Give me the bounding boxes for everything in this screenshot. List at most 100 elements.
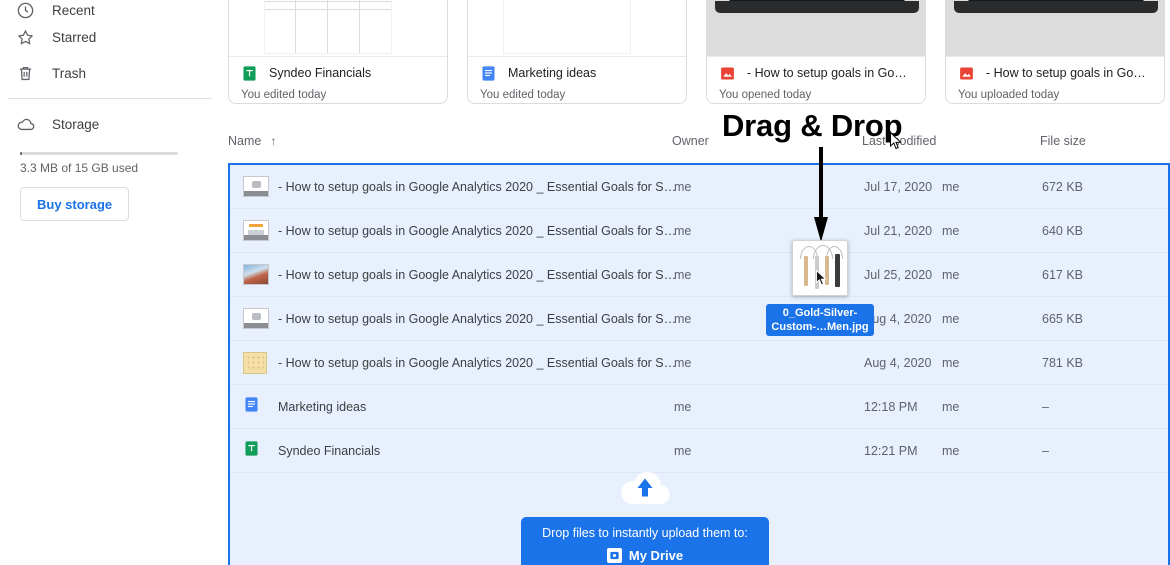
table-row[interactable]: - How to setup goals in Google Analytics… — [230, 253, 1168, 297]
file-modified-date: Jul 17, 2020 — [864, 179, 933, 194]
laptop-photo-thumbnail: SQUARESPACE — [707, 0, 925, 58]
clock-icon — [16, 0, 44, 21]
file-name: - How to setup goals in Google Analytics… — [278, 355, 677, 370]
card-title: Marketing ideas — [508, 66, 597, 80]
sidebar: Recent Starred Trash Storage 3.3 MB of 1… — [0, 0, 228, 565]
file-name: - How to setup goals in Google Analytics… — [278, 267, 677, 282]
file-owner: me — [674, 179, 692, 194]
trash-icon — [16, 62, 44, 84]
column-header-owner[interactable]: Owner — [672, 134, 709, 148]
table-row[interactable]: - How to setup goals in Google Analytics… — [230, 341, 1168, 385]
my-drive-icon — [606, 548, 622, 563]
laptop-photo-thumbnail: SQUARESPACE WiX — [946, 0, 1164, 58]
card-thumbnail — [229, 0, 447, 58]
file-owner: me — [674, 311, 692, 326]
docs-icon — [480, 65, 497, 82]
file-modified-by: me — [942, 355, 960, 370]
drop-zone-destination-label: My Drive — [628, 548, 684, 563]
buy-storage-button[interactable]: Buy storage — [20, 187, 130, 221]
file-size: – — [1042, 443, 1049, 458]
drag-file-label: 0_Gold-Silver- Custom-…Men.jpg — [766, 304, 874, 336]
drag-label-line-2: Custom-…Men.jpg — [771, 321, 869, 333]
file-size: 781 KB — [1042, 355, 1084, 370]
column-header-name[interactable]: Name ↑ — [228, 134, 276, 148]
file-owner: me — [674, 399, 692, 414]
sidebar-item-starred[interactable]: Starred — [0, 19, 228, 55]
file-modified-date: 12:21 PM — [864, 443, 918, 458]
cloud-upload-icon — [621, 472, 670, 505]
sidebar-item-label: Trash — [52, 65, 87, 81]
card-subtitle: You edited today — [480, 89, 566, 101]
sidebar-item-storage[interactable]: Storage — [0, 106, 228, 142]
file-size: 672 KB — [1042, 179, 1084, 194]
quick-access-card[interactable]: Syndeo Financials You edited today — [228, 0, 448, 104]
file-size: 617 KB — [1042, 267, 1084, 282]
file-modified-by: me — [942, 267, 960, 282]
card-subtitle: You opened today — [719, 89, 812, 101]
sidebar-divider — [8, 98, 212, 99]
drag-drop-annotation-label: Drag & Drop — [722, 108, 903, 143]
image-icon — [719, 65, 736, 82]
storage-progress-fill — [20, 152, 22, 155]
drag-ghost-thumbnail — [792, 240, 848, 296]
table-row[interactable]: - How to setup goals in Google Analytics… — [230, 209, 1168, 253]
file-name: - How to setup goals in Google Analytics… — [278, 179, 677, 194]
file-list: Name ↑ Owner Last modified File size - H… — [228, 112, 1170, 565]
cloud-icon — [16, 113, 44, 135]
file-modified-by: me — [942, 399, 960, 414]
quick-access-card[interactable]: Marketing ideas You edited today — [467, 0, 687, 104]
file-modified-by: me — [942, 443, 960, 458]
card-footer: Syndeo Financials You edited today — [229, 56, 447, 103]
file-modified-date: Aug 4, 2020 — [864, 311, 932, 326]
file-owner: me — [674, 267, 692, 282]
file-owner: me — [674, 223, 692, 238]
card-title: - How to setup goals in Google… — [747, 66, 913, 80]
file-owner: me — [674, 355, 692, 370]
drop-zone-destination: My Drive — [521, 548, 769, 563]
drop-zone-title: Drop files to instantly upload them to: — [542, 526, 748, 540]
table-row[interactable]: - How to setup goals in Google Analytics… — [230, 297, 1168, 341]
document-thumbnail — [504, 0, 630, 53]
sidebar-item-label: Recent — [52, 2, 95, 18]
quick-access-card[interactable]: SQUARESPACE - How to setup goals in Goog… — [706, 0, 926, 104]
storage-progress-bar — [20, 152, 178, 155]
quick-access-cards: Syndeo Financials You edited today Marke… — [228, 0, 1170, 110]
card-thumbnail: SQUARESPACE WiX — [946, 0, 1164, 58]
file-name: - How to setup goals in Google Analytics… — [278, 223, 677, 238]
file-size: 665 KB — [1042, 311, 1084, 326]
file-thumbnail — [243, 351, 269, 374]
drag-cursor-icon — [816, 270, 827, 286]
file-modified-date: Jul 21, 2020 — [864, 223, 933, 238]
card-footer: Marketing ideas You edited today — [468, 56, 686, 103]
sidebar-item-trash[interactable]: Trash — [0, 55, 228, 91]
file-thumbnail — [243, 175, 269, 198]
storage-usage-text: 3.3 MB of 15 GB used — [20, 161, 139, 175]
drag-label-line-1: 0_Gold-Silver- — [782, 307, 858, 319]
sheets-icon — [243, 440, 269, 462]
file-name: - How to setup goals in Google Analytics… — [278, 311, 677, 326]
card-thumbnail — [468, 0, 686, 58]
column-label: Name — [228, 134, 262, 148]
drop-target-area[interactable]: - How to setup goals in Google Analytics… — [228, 163, 1170, 565]
card-footer: - How to setup goals in Google… You uplo… — [946, 56, 1164, 103]
file-modified-date: Aug 4, 2020 — [864, 355, 932, 370]
docs-icon — [243, 396, 269, 418]
file-name: Marketing ideas — [278, 399, 367, 414]
table-row[interactable]: Syndeo Financials me 12:21 PM me – — [230, 429, 1168, 473]
sidebar-item-label: Storage — [52, 116, 100, 132]
card-thumbnail: SQUARESPACE — [707, 0, 925, 58]
file-size: – — [1042, 399, 1049, 414]
table-row[interactable]: Marketing ideas me 12:18 PM me – — [230, 385, 1168, 429]
file-modified-date: 12:18 PM — [864, 399, 918, 414]
file-owner: me — [674, 443, 692, 458]
drop-zone-banner: Drop files to instantly upload them to: … — [521, 517, 769, 565]
file-thumbnail — [243, 263, 269, 286]
image-icon — [958, 65, 975, 82]
quick-access-card[interactable]: SQUARESPACE WiX - How to setup — [945, 0, 1165, 104]
table-row[interactable]: - How to setup goals in Google Analytics… — [230, 165, 1168, 209]
card-title: - How to setup goals in Google… — [986, 66, 1152, 80]
mouse-cursor-icon — [890, 132, 902, 150]
card-subtitle: You uploaded today — [958, 89, 1060, 101]
column-header-file-size[interactable]: File size — [1040, 134, 1086, 148]
sort-ascending-icon: ↑ — [270, 134, 277, 148]
